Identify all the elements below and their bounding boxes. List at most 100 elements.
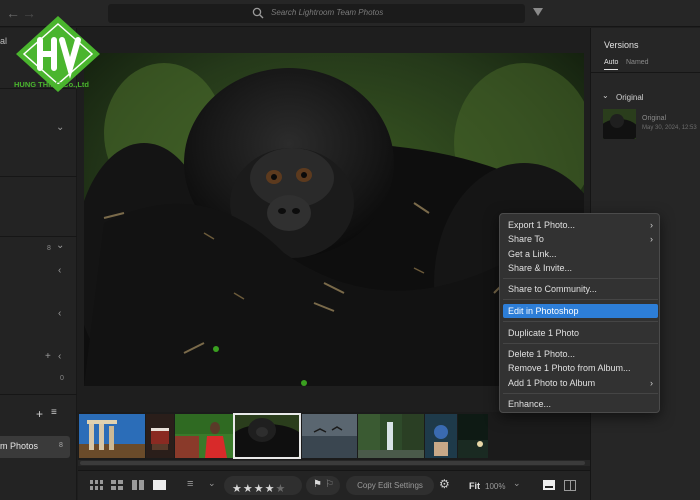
chevron-right-icon: › bbox=[650, 220, 653, 230]
collection-count: 8 bbox=[47, 245, 51, 252]
lightroom-window: ← → Search Lightroom Team Photos al ⌄ 8 … bbox=[0, 0, 700, 500]
chevron-down-icon[interactable]: ⌄ bbox=[208, 478, 216, 489]
star-icon[interactable]: ★ bbox=[276, 483, 287, 495]
hand-device-thumbnail-image bbox=[425, 414, 457, 458]
add-icon[interactable]: + bbox=[45, 351, 51, 362]
menu-item-label: Remove 1 Photo from Album... bbox=[508, 363, 631, 373]
thumbnail-night-scene[interactable] bbox=[458, 414, 488, 458]
zoom-level-button[interactable]: 100% bbox=[485, 482, 505, 491]
chevron-right-icon: › bbox=[650, 378, 653, 388]
woman-portrait-thumbnail-image bbox=[175, 414, 233, 458]
divider bbox=[591, 72, 700, 73]
sort-icon[interactable]: ≡ bbox=[187, 478, 193, 490]
menu-item-share-to[interactable]: Share To › bbox=[503, 232, 658, 246]
left-panel: al ⌄ 8 ⌄ ‹ ‹ + ‹ 0 + ≡ m Photos 8 bbox=[0, 28, 77, 500]
version-name: Original bbox=[642, 115, 667, 122]
menu-item-label: Get a Link... bbox=[508, 249, 557, 259]
divider bbox=[0, 394, 77, 395]
star-icon[interactable]: ★ bbox=[243, 483, 254, 495]
gorilla-thumbnail-image bbox=[234, 414, 300, 458]
thumbnail-cake[interactable] bbox=[146, 414, 174, 458]
menu-item-duplicate[interactable]: Duplicate 1 Photo bbox=[503, 326, 658, 340]
before-after-icon[interactable] bbox=[564, 480, 576, 491]
star-rating[interactable]: ★★★★★ bbox=[224, 476, 302, 495]
divider bbox=[0, 236, 77, 237]
chevron-down-icon[interactable]: ⌄ bbox=[56, 122, 64, 133]
menu-item-get-link[interactable]: Get a Link... bbox=[503, 247, 658, 261]
chevron-left-icon[interactable]: ‹ bbox=[58, 265, 61, 276]
tab-named[interactable]: Named bbox=[626, 59, 649, 66]
menu-separator bbox=[503, 299, 658, 300]
logo-text: HUNG THINH Co.,Ltd bbox=[14, 80, 89, 89]
menu-item-add-to-album[interactable]: Add 1 Photo to Album › bbox=[503, 376, 658, 390]
menu-separator bbox=[503, 278, 658, 279]
menu-item-enhance[interactable]: Enhance... bbox=[503, 397, 658, 411]
copy-edit-settings-button[interactable]: Copy Edit Settings bbox=[346, 476, 434, 495]
menu-item-edit-in-photoshop[interactable]: Edit in Photoshop bbox=[503, 304, 658, 318]
filmstrip-scrollbar[interactable] bbox=[78, 460, 590, 466]
thumbnail-beach-birds[interactable] bbox=[302, 414, 357, 458]
tab-auto[interactable]: Auto bbox=[604, 59, 619, 70]
menu-item-remove-from-album[interactable]: Remove 1 Photo from Album... bbox=[503, 361, 658, 375]
detail-view-icon[interactable] bbox=[153, 480, 166, 491]
beach-birds-thumbnail-image bbox=[302, 414, 357, 458]
versions-title: Versions bbox=[604, 40, 639, 50]
ruins-thumbnail-image bbox=[79, 414, 145, 458]
night-scene-thumbnail-image bbox=[458, 414, 488, 458]
search-input[interactable]: Search Lightroom Team Photos bbox=[108, 4, 525, 23]
menu-item-share-community[interactable]: Share to Community... bbox=[503, 282, 658, 296]
divider bbox=[0, 176, 77, 177]
info-overlay-icon[interactable] bbox=[543, 480, 555, 491]
menu-item-delete[interactable]: Delete 1 Photo... bbox=[503, 347, 658, 361]
filter-icon[interactable] bbox=[533, 8, 543, 16]
version-thumbnail[interactable] bbox=[603, 109, 636, 139]
menu-item-label: Edit in Photoshop bbox=[508, 306, 579, 316]
pick-flag-icon[interactable]: ⚑ bbox=[313, 479, 322, 490]
star-icon[interactable]: ★ bbox=[265, 483, 276, 495]
album-label: m Photos bbox=[0, 441, 39, 451]
scrollbar-thumb[interactable] bbox=[80, 461, 585, 465]
filmstrip bbox=[78, 412, 590, 460]
menu-item-label: Share to Community... bbox=[508, 284, 597, 294]
waterfall-thumbnail-image bbox=[358, 414, 424, 458]
album-count: 8 bbox=[59, 442, 63, 449]
star-icon[interactable]: ★ bbox=[232, 483, 243, 495]
chevron-down-icon[interactable]: ⌄ bbox=[513, 478, 521, 489]
menu-item-label: Share To bbox=[508, 234, 544, 244]
chevron-left-icon[interactable]: ‹ bbox=[58, 308, 61, 319]
menu-separator bbox=[503, 393, 658, 394]
menu-item-label: Enhance... bbox=[508, 399, 552, 409]
gorilla-version-thumbnail-image bbox=[603, 109, 636, 139]
fit-zoom-button[interactable]: Fit bbox=[469, 481, 480, 491]
thumbnail-gorilla-selected[interactable] bbox=[233, 413, 301, 459]
chevron-down-icon[interactable]: ⌄ bbox=[602, 91, 609, 100]
cake-thumbnail-image bbox=[146, 414, 174, 458]
gear-icon[interactable]: ⚙ bbox=[439, 477, 450, 491]
sort-icon[interactable]: ≡ bbox=[51, 407, 57, 418]
compare-view-icon[interactable] bbox=[132, 480, 144, 491]
version-group-header[interactable]: Original bbox=[616, 93, 644, 102]
menu-item-share-invite[interactable]: Share & Invite... bbox=[503, 261, 658, 275]
star-icon[interactable]: ★ bbox=[254, 483, 265, 495]
context-menu: Export 1 Photo... › Share To › Get a Link.… bbox=[499, 213, 660, 413]
add-album-icon[interactable]: + bbox=[36, 407, 43, 421]
rating-stars[interactable]: ★★★★★ bbox=[232, 479, 286, 497]
menu-separator bbox=[503, 321, 658, 322]
menu-item-label: Add 1 Photo to Album bbox=[508, 378, 596, 388]
reject-flag-icon[interactable]: ⚐ bbox=[325, 479, 334, 490]
menu-item-export[interactable]: Export 1 Photo... › bbox=[503, 218, 658, 232]
menu-item-label: Share & Invite... bbox=[508, 263, 573, 273]
left-panel-partial-label: al bbox=[0, 36, 8, 46]
search-placeholder: Search Lightroom Team Photos bbox=[271, 8, 384, 17]
thumbnail-hand-device[interactable] bbox=[425, 414, 457, 458]
thumbnail-woman-portrait[interactable] bbox=[175, 414, 233, 458]
chevron-down-icon[interactable]: ⌄ bbox=[56, 240, 64, 251]
square-grid-icon[interactable] bbox=[111, 480, 123, 491]
thumbnail-ruins[interactable] bbox=[79, 414, 145, 458]
album-item-selected[interactable]: m Photos 8 bbox=[0, 436, 70, 458]
menu-separator bbox=[503, 343, 658, 344]
grid-view-icon[interactable] bbox=[90, 480, 103, 491]
menu-item-label: Duplicate 1 Photo bbox=[508, 328, 580, 338]
chevron-left-icon[interactable]: ‹ bbox=[58, 351, 61, 362]
thumbnail-waterfall[interactable] bbox=[358, 414, 424, 458]
